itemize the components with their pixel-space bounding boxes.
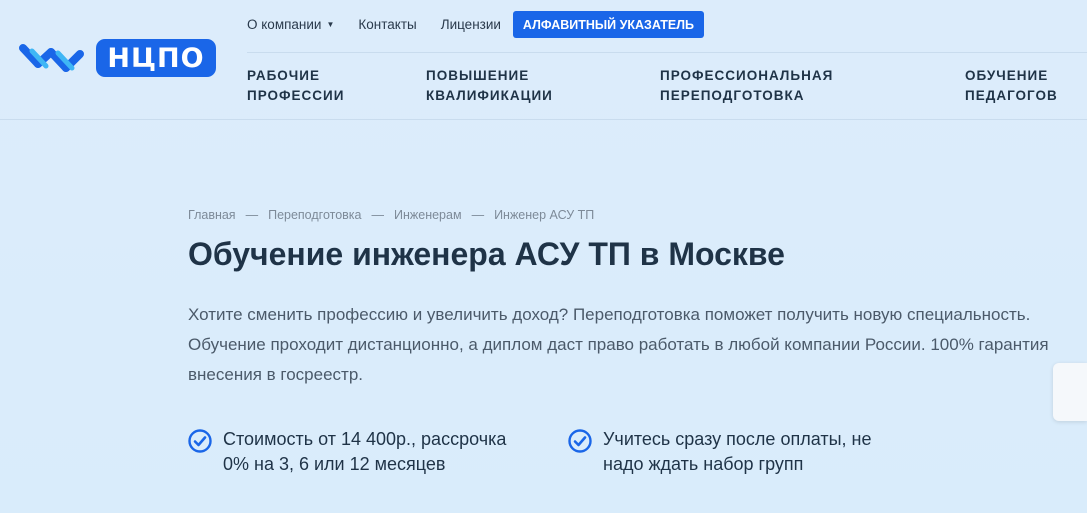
feature-start: Учитесь сразу после оплаты, не надо ждат…	[568, 427, 871, 477]
breadcrumb-home[interactable]: Главная	[188, 208, 236, 222]
main-nav-item-qualification[interactable]: ПОВЫШЕНИЕ КВАЛИФИКАЦИИ	[426, 66, 553, 106]
main-nav: РАБОЧИЕ ПРОФЕССИИ ПОВЫШЕНИЕ КВАЛИФИКАЦИИ…	[0, 66, 1087, 110]
site-header: НЦПО О компании ▼ Контакты Лицензии АЛФА…	[0, 0, 1087, 120]
lead-line: Хотите сменить профессию и увеличить дох…	[188, 305, 1031, 324]
lead-line: внесения в госреестр.	[188, 365, 364, 384]
main-nav-item-working-professions[interactable]: РАБОЧИЕ ПРОФЕССИИ	[247, 66, 344, 106]
feature-text: надо ждать набор групп	[603, 454, 804, 474]
main-nav-item-line: РАБОЧИЕ	[247, 68, 320, 83]
main-nav-item-line: ПЕДАГОГОВ	[965, 88, 1058, 103]
breadcrumb-current: Инженер АСУ ТП	[494, 208, 595, 222]
breadcrumb-engineers[interactable]: Инженерам	[394, 208, 462, 222]
breadcrumb-separator: —	[471, 208, 485, 222]
main-nav-item-line: ПРОФЕССИИ	[247, 88, 345, 103]
chevron-down-icon: ▼	[326, 20, 335, 29]
feature-price: Стоимость от 14 400р., рассрочка 0% на 3…	[188, 427, 506, 477]
top-nav: О компании ▼ Контакты Лицензии АЛФАВИТНЫ…	[247, 11, 705, 38]
check-circle-icon	[188, 429, 212, 453]
page-lead: Хотите сменить профессию и увеличить дох…	[188, 300, 1078, 390]
top-nav-contacts[interactable]: Контакты	[358, 17, 416, 32]
side-widget-tab[interactable]	[1053, 363, 1087, 421]
check-circle-icon	[568, 429, 592, 453]
alphabet-index-button[interactable]: АЛФАВИТНЫЙ УКАЗАТЕЛЬ	[512, 11, 705, 38]
lead-line: Обучение проходит дистанционно, а диплом…	[188, 335, 1049, 354]
nav-divider	[247, 52, 1087, 53]
breadcrumb-retraining[interactable]: Переподготовка	[268, 208, 361, 222]
feature-text: 0% на 3, 6 или 12 месяцев	[223, 454, 446, 474]
feature-text: Стоимость от 14 400р., рассрочка	[223, 429, 507, 449]
breadcrumb-separator: —	[245, 208, 259, 222]
top-nav-about[interactable]: О компании ▼	[247, 17, 334, 32]
main-nav-item-line: ПЕРЕПОДГОТОВКА	[660, 88, 805, 103]
top-nav-about-label: О компании	[247, 17, 322, 32]
page-title: Обучение инженера АСУ ТП в Москве	[188, 236, 785, 272]
main-nav-item-line: ПРОФЕССИОНАЛЬНАЯ	[660, 68, 834, 83]
main-nav-item-retraining[interactable]: ПРОФЕССИОНАЛЬНАЯ ПЕРЕПОДГОТОВКА	[660, 66, 833, 106]
feature-text: Учитесь сразу после оплаты, не	[603, 429, 872, 449]
main-nav-item-line: ОБУЧЕНИЕ	[965, 68, 1049, 83]
main-nav-item-line: ПОВЫШЕНИЕ	[426, 68, 530, 83]
main-nav-item-line: КВАЛИФИКАЦИИ	[426, 88, 553, 103]
breadcrumb-separator: —	[371, 208, 385, 222]
top-nav-licenses[interactable]: Лицензии	[441, 17, 501, 32]
main-nav-item-teachers[interactable]: ОБУЧЕНИЕ ПЕДАГОГОВ	[965, 66, 1058, 106]
breadcrumb: Главная — Переподготовка — Инженерам — И…	[188, 208, 594, 222]
